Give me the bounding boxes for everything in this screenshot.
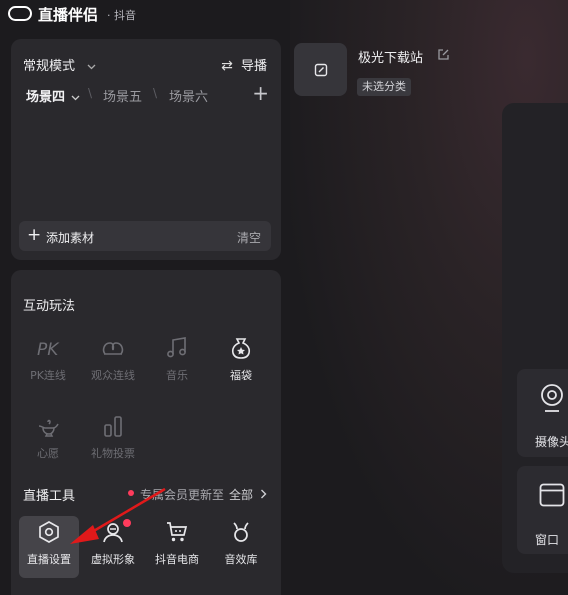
edit-icon bbox=[314, 63, 328, 77]
app-logo-icon bbox=[8, 6, 32, 21]
title-bar: 直播伴侣 · 抖音 bbox=[0, 0, 568, 28]
vip-update-notice[interactable]: 专属会员更新至 bbox=[140, 486, 224, 503]
tool-wish[interactable]: 心愿 bbox=[18, 410, 78, 472]
source-thumbnail[interactable] bbox=[294, 43, 347, 96]
scene-tab-4[interactable]: 场景四 bbox=[26, 86, 65, 105]
tool-label: 音效库 bbox=[224, 553, 258, 566]
add-scene-icon[interactable]: + bbox=[252, 81, 269, 105]
scene-tab-6[interactable]: 场景六 bbox=[169, 86, 208, 105]
tool-lucky-bag[interactable]: 福袋 bbox=[211, 332, 271, 394]
cart-icon bbox=[167, 522, 188, 542]
music-icon bbox=[167, 337, 186, 358]
app-title: 直播伴侣 bbox=[38, 6, 99, 24]
svg-text:PK: PK bbox=[37, 340, 60, 360]
gift-vote-icon bbox=[104, 416, 122, 437]
notification-dot bbox=[128, 490, 134, 496]
scene-panel: 常规模式 ⇄ 导播 场景四 \ 场景五 \ 场景六 + + 添加素材 清空 bbox=[11, 39, 281, 260]
view-all-link[interactable]: 全部 bbox=[229, 486, 267, 503]
tool-label: 礼物投票 bbox=[91, 447, 135, 460]
wish-lamp-icon bbox=[38, 419, 59, 437]
tool-gift-vote[interactable]: 礼物投票 bbox=[83, 410, 143, 472]
chevron-right-icon bbox=[260, 489, 267, 499]
tool-label: 直播设置 bbox=[27, 553, 71, 566]
tool-pk-link[interactable]: PK PK连线 bbox=[18, 332, 78, 394]
new-badge-dot bbox=[123, 519, 131, 527]
category-badge[interactable]: 未选分类 bbox=[357, 78, 411, 96]
audience-link-icon bbox=[102, 342, 124, 355]
tool-label: PK连线 bbox=[30, 369, 66, 382]
scene-divider: \ bbox=[88, 86, 93, 100]
add-material-bar: + 添加素材 清空 bbox=[19, 221, 271, 251]
tool-sound-effects[interactable]: 音效库 bbox=[211, 516, 271, 578]
guide-label: 导播 bbox=[240, 59, 267, 74]
window-source-card[interactable]: 窗口 bbox=[517, 466, 568, 554]
chevron-down-icon[interactable] bbox=[71, 90, 80, 105]
camera-icon bbox=[541, 384, 563, 412]
guide-button[interactable]: ⇄ 导播 bbox=[221, 55, 267, 74]
mode-label: 常规模式 bbox=[23, 59, 76, 74]
pk-icon: PK bbox=[37, 340, 60, 360]
camera-label: 摄像头 bbox=[535, 435, 568, 449]
tool-label: 音乐 bbox=[166, 369, 188, 382]
tool-audience-link[interactable]: 观众连线 bbox=[83, 332, 143, 394]
interaction-panel: 互动玩法 PK PK连线 观众连线 音乐 福袋 心愿 礼物投票 直播工具 专属会… bbox=[11, 270, 281, 595]
window-label: 窗口 bbox=[535, 533, 560, 547]
clear-button[interactable]: 清空 bbox=[237, 229, 261, 246]
add-material-button[interactable]: 添加素材 bbox=[46, 229, 94, 246]
hexagon-settings-icon bbox=[39, 521, 59, 543]
source-name: 极光下载站 bbox=[358, 51, 424, 66]
scene-divider: \ bbox=[153, 86, 158, 100]
window-icon bbox=[539, 483, 565, 507]
live-tools-title: 直播工具 bbox=[23, 489, 76, 504]
tool-music[interactable]: 音乐 bbox=[147, 332, 207, 394]
tool-virtual-avatar[interactable]: 虚拟形象 bbox=[83, 516, 143, 578]
plus-icon[interactable]: + bbox=[27, 225, 41, 245]
sound-effect-icon bbox=[233, 522, 249, 542]
rename-icon[interactable] bbox=[437, 48, 450, 61]
tool-label: 观众连线 bbox=[91, 369, 135, 382]
avatar-icon bbox=[103, 523, 123, 543]
camera-source-card[interactable]: 摄像头 bbox=[517, 369, 568, 457]
tool-label: 福袋 bbox=[230, 369, 252, 382]
chevron-down-icon bbox=[87, 62, 96, 73]
tool-label: 心愿 bbox=[37, 447, 59, 460]
mode-dropdown[interactable]: 常规模式 bbox=[23, 55, 96, 74]
interaction-title: 互动玩法 bbox=[23, 299, 76, 314]
scene-tabs: 场景四 \ 场景五 \ 场景六 bbox=[26, 86, 266, 105]
swap-arrows-icon: ⇄ bbox=[221, 58, 233, 74]
app-platform: · 抖音 bbox=[107, 9, 136, 22]
view-all-label: 全部 bbox=[229, 488, 254, 502]
tool-live-settings[interactable]: 直播设置 bbox=[19, 516, 79, 578]
tool-label: 抖音电商 bbox=[155, 553, 199, 566]
lucky-bag-icon bbox=[231, 338, 251, 359]
tool-label: 虚拟形象 bbox=[91, 553, 135, 566]
tool-douyin-ecommerce[interactable]: 抖音电商 bbox=[147, 516, 207, 578]
scene-tab-5[interactable]: 场景五 bbox=[103, 86, 142, 105]
